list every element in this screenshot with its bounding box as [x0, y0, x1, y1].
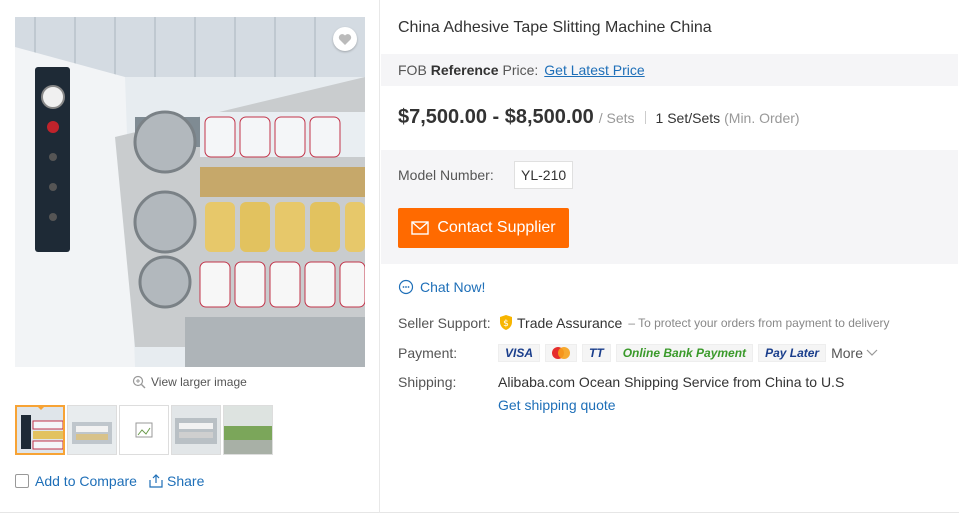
shipping-row: Shipping: Alibaba.com Ocean Shipping Ser… [398, 374, 844, 390]
mail-icon [411, 221, 430, 235]
price-divider [644, 111, 646, 124]
share-label: Share [167, 473, 205, 489]
shipping-service: Alibaba.com Ocean Shipping Service from … [498, 374, 845, 390]
payment-row: Payment: VISA TT Online Bank Payment Pay… [398, 344, 878, 362]
visa-badge: VISA [498, 344, 541, 362]
add-to-compare-label: Add to Compare [35, 473, 137, 489]
tt-badge: TT [582, 344, 611, 362]
model-number-label: Model Number: [398, 167, 494, 183]
trade-assurance-shield-icon: $ [500, 315, 512, 330]
zoom-icon [132, 375, 146, 389]
product-page: View larger image Add to Compare Share C… [0, 0, 959, 515]
more-label: More [831, 345, 863, 361]
gallery-panel: View larger image Add to Compare Share [0, 0, 380, 513]
payment-label: Payment: [398, 345, 458, 361]
min-order: 1 Set/Sets [655, 110, 721, 126]
contact-supplier-button[interactable]: Contact Supplier [398, 208, 569, 248]
chat-now-label: Chat Now! [420, 279, 486, 295]
get-latest-price-link[interactable]: Get Latest Price [544, 62, 644, 78]
get-shipping-quote-link[interactable]: Get shipping quote [498, 397, 616, 413]
main-product-image[interactable] [15, 17, 365, 367]
thumbnail-2[interactable] [67, 405, 117, 455]
thumbnail-strip [15, 405, 273, 455]
fob-price-bar: FOB Reference Price: Get Latest Price [381, 54, 958, 86]
add-to-compare[interactable]: Add to Compare [15, 473, 137, 489]
thumbnail-3[interactable] [119, 405, 169, 455]
trade-assurance[interactable]: $ Trade Assurance [498, 314, 622, 331]
min-order-note: (Min. Order) [724, 110, 800, 126]
compare-checkbox[interactable] [15, 474, 29, 488]
seller-support-label: Seller Support: [398, 314, 491, 331]
price-unit: / Sets [598, 110, 635, 126]
chat-icon [398, 279, 414, 295]
thumbnail-4[interactable] [171, 405, 221, 455]
pay-later-badge: Pay Later [758, 344, 827, 362]
machine-illustration [15, 17, 365, 367]
trade-assurance-label: Trade Assurance [517, 314, 623, 331]
mastercard-icon [545, 344, 578, 362]
svg-text:$: $ [503, 319, 509, 329]
model-number-value[interactable]: YL-210 [514, 161, 574, 189]
online-bank-badge: Online Bank Payment [615, 344, 754, 362]
price-range: $7,500.00 - $8,500.00 [398, 106, 594, 128]
fob-reference: Reference [430, 62, 499, 78]
chevron-down-icon [866, 349, 878, 356]
share-link[interactable]: Share [148, 473, 204, 489]
seller-support-row: Seller Support: $ Trade Assurance – To p… [398, 314, 890, 331]
share-icon [149, 474, 163, 488]
fob-prefix: FOB [398, 62, 427, 78]
payment-more-toggle[interactable]: More [831, 345, 878, 361]
broken-image-icon [120, 406, 168, 454]
view-larger-label: View larger image [151, 375, 247, 389]
favorite-heart-icon[interactable] [333, 27, 357, 51]
chat-now-link[interactable]: Chat Now! [398, 279, 485, 295]
product-title: China Adhesive Tape Slitting Machine Chi… [398, 19, 712, 36]
trade-assurance-note: – To protect your orders from payment to… [628, 315, 890, 330]
model-panel: Model Number: YL-210 Contact Supplier [381, 150, 958, 264]
shipping-label: Shipping: [398, 374, 457, 390]
view-larger-image-link[interactable]: View larger image [132, 374, 247, 390]
thumbnail-1[interactable] [15, 405, 65, 455]
price-row: $7,500.00 - $8,500.00 / Sets 1 Set/Sets … [398, 106, 800, 129]
thumbnail-5[interactable] [223, 405, 273, 455]
contact-supplier-label: Contact Supplier [437, 219, 556, 236]
fob-suffix: Price: [502, 62, 539, 78]
